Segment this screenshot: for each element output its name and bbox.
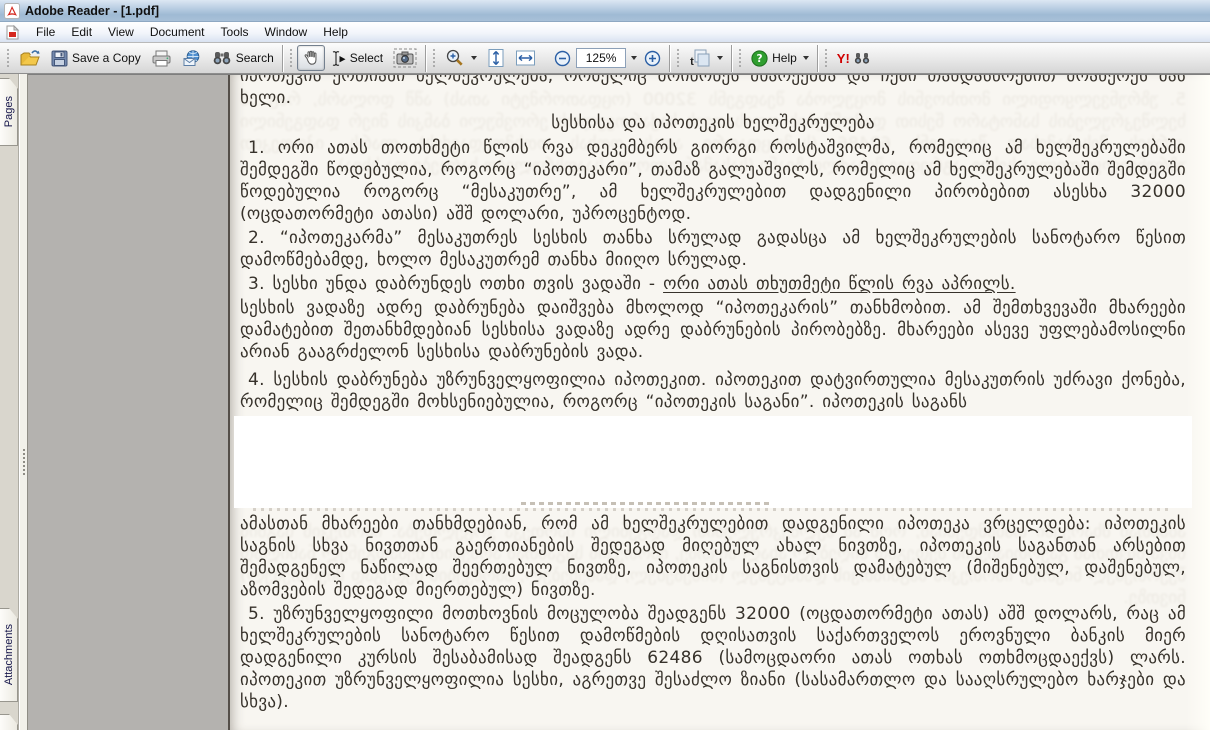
search-button[interactable]: Search [207,45,279,71]
open-folder-icon [19,49,41,67]
window-title: Adobe Reader - [1.pdf] [25,4,159,18]
toolbar-separator [731,45,733,72]
sidebar-tab-attachments[interactable]: Attachments [0,608,18,702]
help-button[interactable]: ? Help [746,45,814,71]
toolbar: Save a Copy Search Select [0,43,1210,74]
pages-tool-icon: t [689,48,711,68]
toolbar-gripper[interactable] [6,47,11,69]
paragraph-4: 4. სესხის დაბრუნება უზრუნველყოფილია იპოთ… [240,369,1186,413]
snapshot-camera-icon [393,48,417,68]
document-pane[interactable]: 5. უზრუნველყოფილი მოთხოვნის მოცულობა შეა… [28,74,1210,730]
zoom-out-button[interactable] [549,45,576,71]
toolbar-separator [425,45,427,72]
paragraph-4-continuation: ამასთან მხარეები თანხმდებიან, რომ ამ ხელ… [240,513,1186,601]
yahoo-label: Y! [837,51,850,66]
fit-width-button[interactable] [510,45,541,71]
menu-view[interactable]: View [100,23,142,41]
zoom-in-magnifier-icon [445,48,465,68]
fit-page-button[interactable] [482,45,510,71]
fit-page-icon [487,48,505,68]
zoom-in-button[interactable] [639,45,666,71]
zoom-level-field[interactable]: 125% [576,48,626,68]
sidebar-tab-pages-label: Pages [3,96,15,127]
toolbar-gripper[interactable] [824,47,829,69]
toolbar-gripper[interactable] [676,47,681,69]
pages-tool-letter: t [690,56,694,68]
toolbar-separator [282,45,284,72]
save-a-copy-label: Save a Copy [72,51,141,65]
menu-document[interactable]: Document [142,23,213,41]
adobe-reader-window: Adobe Reader - [1.pdf] File Edit View Do… [0,0,1210,730]
menu-tools[interactable]: Tools [213,23,257,41]
paragraph-3-due-date-underlined: ორი ათას თხუთმეტი წლის რვა აპრილს. [663,274,1016,294]
yahoo-search-button[interactable]: Y! [832,45,875,71]
chevron-down-icon [803,56,809,60]
hand-tool-icon [302,49,320,67]
redaction-remnant-marks [521,502,770,505]
menu-help[interactable]: Help [315,23,356,41]
chevron-down-icon [631,56,637,60]
paragraph-3: 3. სესხი უნდა დაბრუნდეს ოთხი თვის ვადაში… [240,273,1186,295]
sidebar-tab-comments[interactable]: Comments [0,714,18,730]
pdf-page[interactable]: 5. უზრუნველყოფილი მოთხოვნის მოცულობა შეა… [228,75,1210,730]
snapshot-button[interactable] [388,45,422,71]
paragraph-1: 1. ორი ათას თოთხმეტი წლის რვა დეკემბერს … [240,137,1186,225]
svg-text:?: ? [757,53,763,65]
paragraph-3-continuation: სესხის ვადაზე ადრე დაბრუნება დაიშვება მხ… [240,297,1186,363]
splitter-grip-icon[interactable] [22,448,26,476]
menu-file[interactable]: File [28,23,63,41]
redaction-box [234,416,1192,508]
print-button[interactable] [146,45,177,71]
chevron-down-icon [471,56,477,60]
hand-tool-button[interactable] [297,45,325,71]
sidebar-tab-pages[interactable]: Pages [0,78,18,146]
pages-tool-button[interactable]: t [684,45,728,71]
help-question-icon: ? [751,50,768,67]
zoom-in-plus-icon [644,50,661,67]
save-floppy-icon [51,50,68,67]
help-label: Help [772,51,797,65]
menu-edit[interactable]: Edit [63,23,100,41]
select-ibeam-icon [330,50,346,67]
pdf-document-icon[interactable] [5,25,20,40]
email-globe-icon [182,50,202,67]
window-titlebar[interactable]: Adobe Reader - [1.pdf] [0,0,1210,22]
select-tool-button[interactable]: Select [325,45,388,71]
paragraph-2: 2. “იპოთეკარმა” მესაკუთრეს სესხის თანხა … [240,227,1186,271]
zoom-level-dropdown[interactable] [626,48,639,68]
zoom-out-minus-icon [554,50,571,67]
fit-width-icon [515,49,536,67]
page-text: იპოთეკის ერთიანი ხელშეკრულება, რომელიც მ… [230,75,1210,713]
toolbar-gripper[interactable] [432,47,437,69]
zoom-tool-button[interactable] [440,45,482,71]
paragraph-intro-partial: იპოთეკის ერთიანი ხელშეკრულება, რომელიც მ… [240,75,1186,109]
search-binoculars-icon [212,50,232,66]
paragraph-3-lead: 3. სესხი უნდა დაბრუნდეს ოთხი თვის ვადაში… [248,274,663,294]
toolbar-gripper[interactable] [289,47,294,69]
chevron-down-icon [717,56,723,60]
toolbar-separator [669,45,671,72]
yahoo-binoculars-icon [854,52,870,65]
toolbar-gripper[interactable] [738,47,743,69]
printer-icon [151,50,172,67]
email-button[interactable] [177,45,207,71]
menu-window[interactable]: Window [257,23,316,41]
select-label: Select [350,51,383,65]
nav-pane-splitter[interactable] [19,74,28,730]
toolbar-separator [817,45,819,72]
main-area: Pages Attachments Comments 5. უზრუნველყო… [0,74,1210,730]
document-heading: სესხისა და იპოთეკის ხელშეკრულება [240,112,1186,134]
sidebar-tab-attachments-label: Attachments [3,624,15,685]
save-a-copy-button[interactable]: Save a Copy [46,45,146,71]
open-button[interactable] [14,45,46,71]
paragraph-5: 5. უზრუნველყოფილი მოთხოვნის მოცულობა შეა… [240,603,1186,713]
adobe-reader-app-icon [4,3,20,19]
search-label: Search [236,51,274,65]
navigation-tab-strip: Pages Attachments Comments [0,74,19,730]
menu-bar: File Edit View Document Tools Window Hel… [0,22,1210,43]
